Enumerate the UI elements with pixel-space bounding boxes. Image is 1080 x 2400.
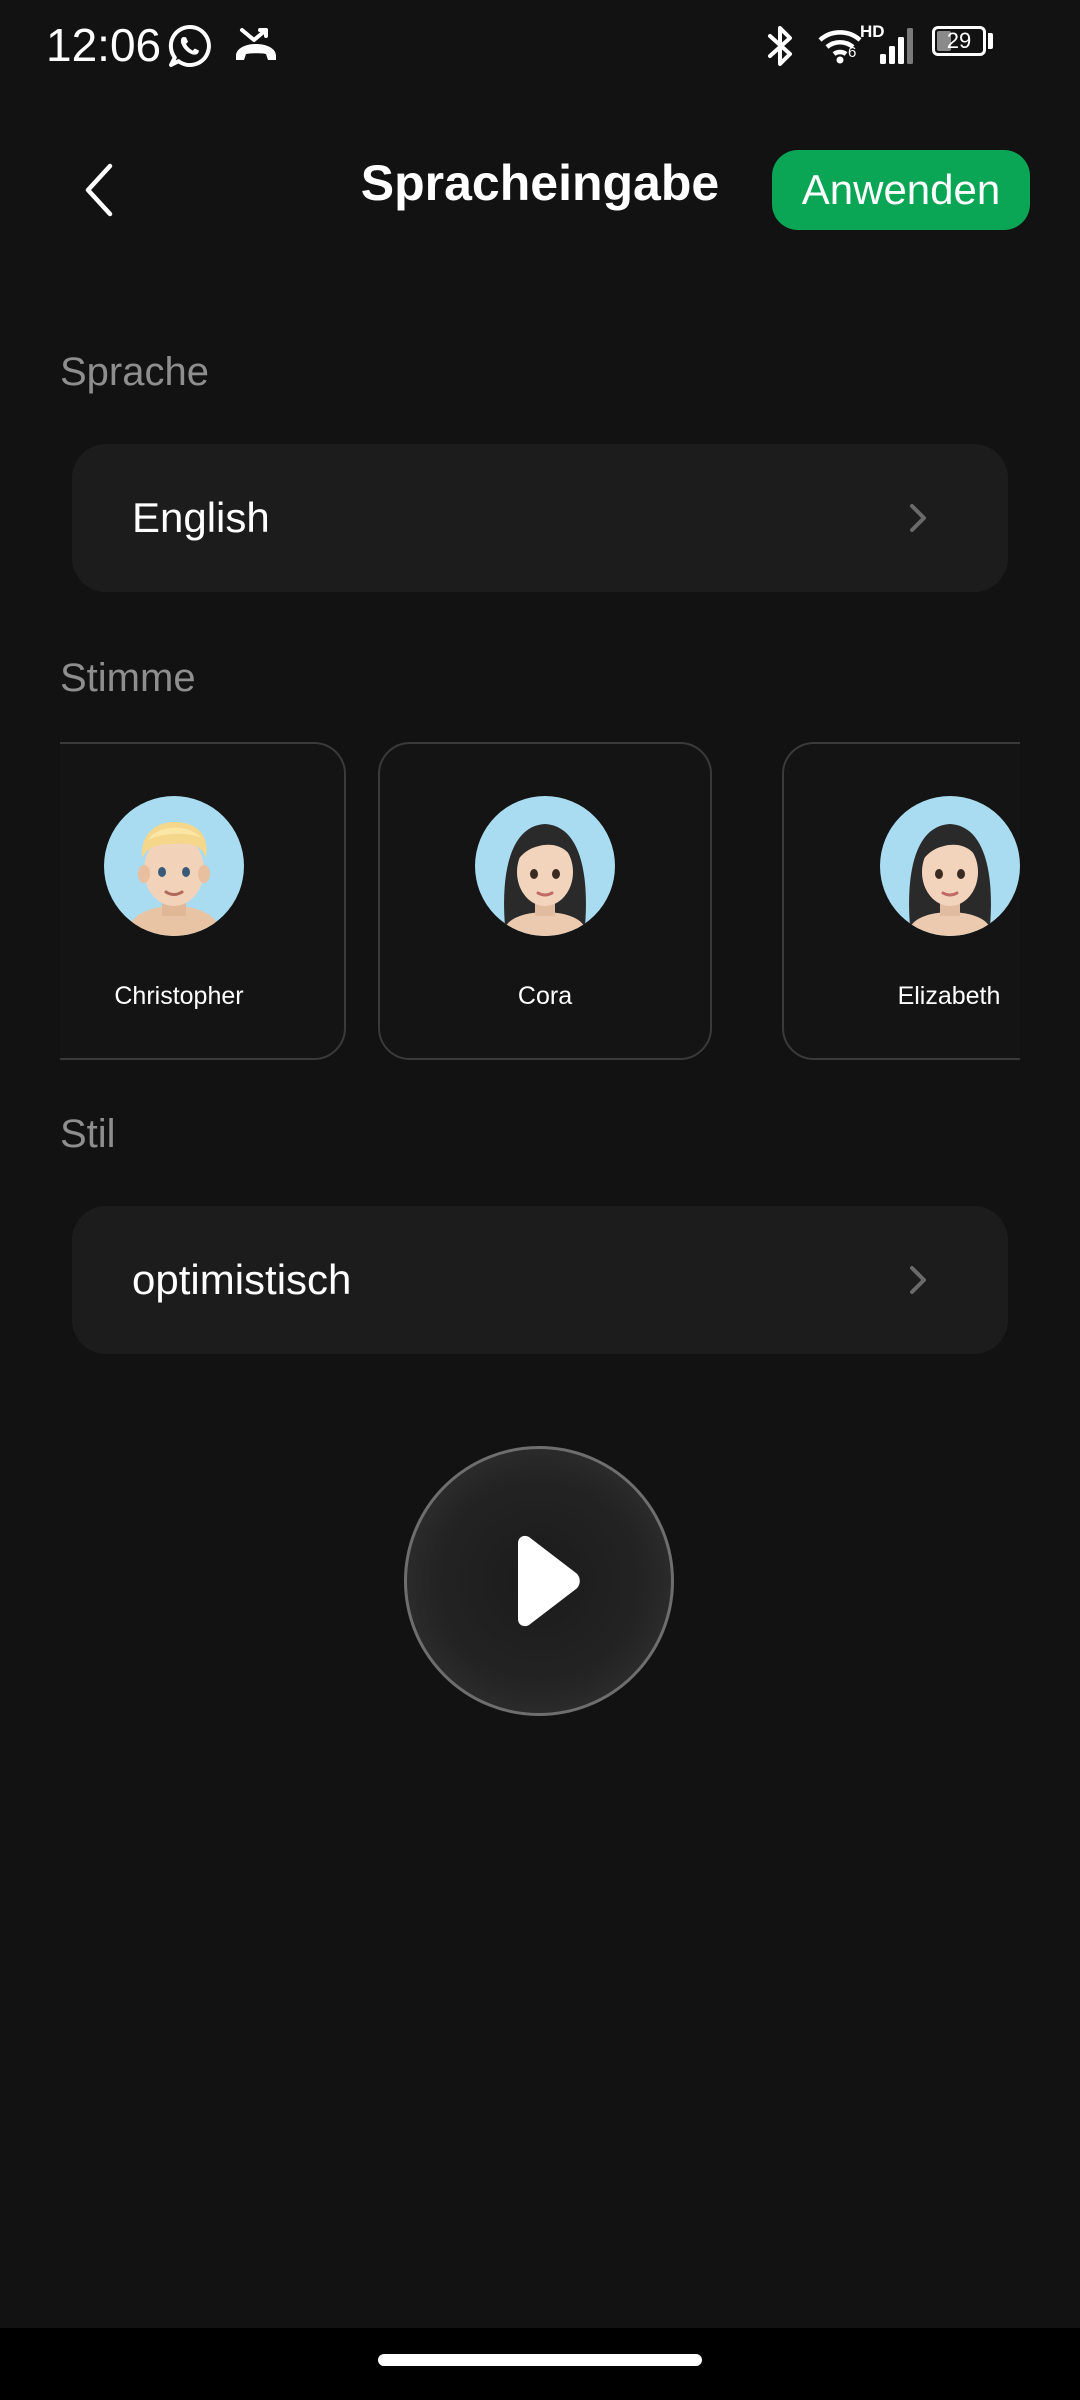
apply-button[interactable]: Anwenden bbox=[772, 150, 1030, 230]
voice-name: Elizabeth bbox=[897, 982, 1001, 1010]
style-value: optimistisch bbox=[132, 1256, 352, 1303]
voice-section-label: Stimme bbox=[60, 656, 196, 700]
voice-card-christopher[interactable]: Christopher bbox=[60, 742, 346, 1060]
play-icon bbox=[518, 1535, 580, 1627]
voice-card-elizabeth[interactable]: Elizabeth bbox=[782, 742, 1020, 1060]
battery-icon: 29 bbox=[932, 26, 986, 56]
voice-name: Cora bbox=[517, 982, 573, 1010]
bluetooth-icon bbox=[768, 26, 792, 66]
status-time: 12:06 bbox=[46, 19, 162, 71]
dark-haired-woman-avatar bbox=[880, 796, 1020, 936]
chevron-right-icon bbox=[908, 444, 928, 592]
voice-name: Christopher bbox=[114, 982, 244, 1010]
blond-man-avatar bbox=[104, 796, 244, 936]
play-button[interactable] bbox=[404, 1446, 674, 1716]
signal-icon bbox=[880, 28, 913, 64]
battery-tip bbox=[988, 33, 993, 49]
dark-haired-woman-avatar bbox=[475, 796, 615, 936]
home-indicator[interactable] bbox=[378, 2354, 702, 2366]
language-section-label: Sprache bbox=[60, 350, 209, 394]
whatsapp-icon bbox=[168, 24, 211, 67]
missed-call-icon bbox=[236, 28, 276, 60]
network-sub: 6 bbox=[848, 44, 857, 61]
language-selector[interactable]: English bbox=[72, 444, 1008, 592]
language-value: English bbox=[132, 494, 270, 541]
style-section-label: Stil bbox=[60, 1112, 116, 1156]
voice-card-cora[interactable]: Cora bbox=[378, 742, 712, 1060]
chevron-right-icon bbox=[908, 1206, 928, 1354]
battery-level: 29 bbox=[946, 28, 972, 53]
voice-carousel[interactable]: Christopher Cora Elizabeth bbox=[60, 742, 1020, 1060]
status-bar: 12:06 HD 6 29 bbox=[0, 0, 1080, 90]
style-selector[interactable]: optimistisch bbox=[72, 1206, 1008, 1354]
